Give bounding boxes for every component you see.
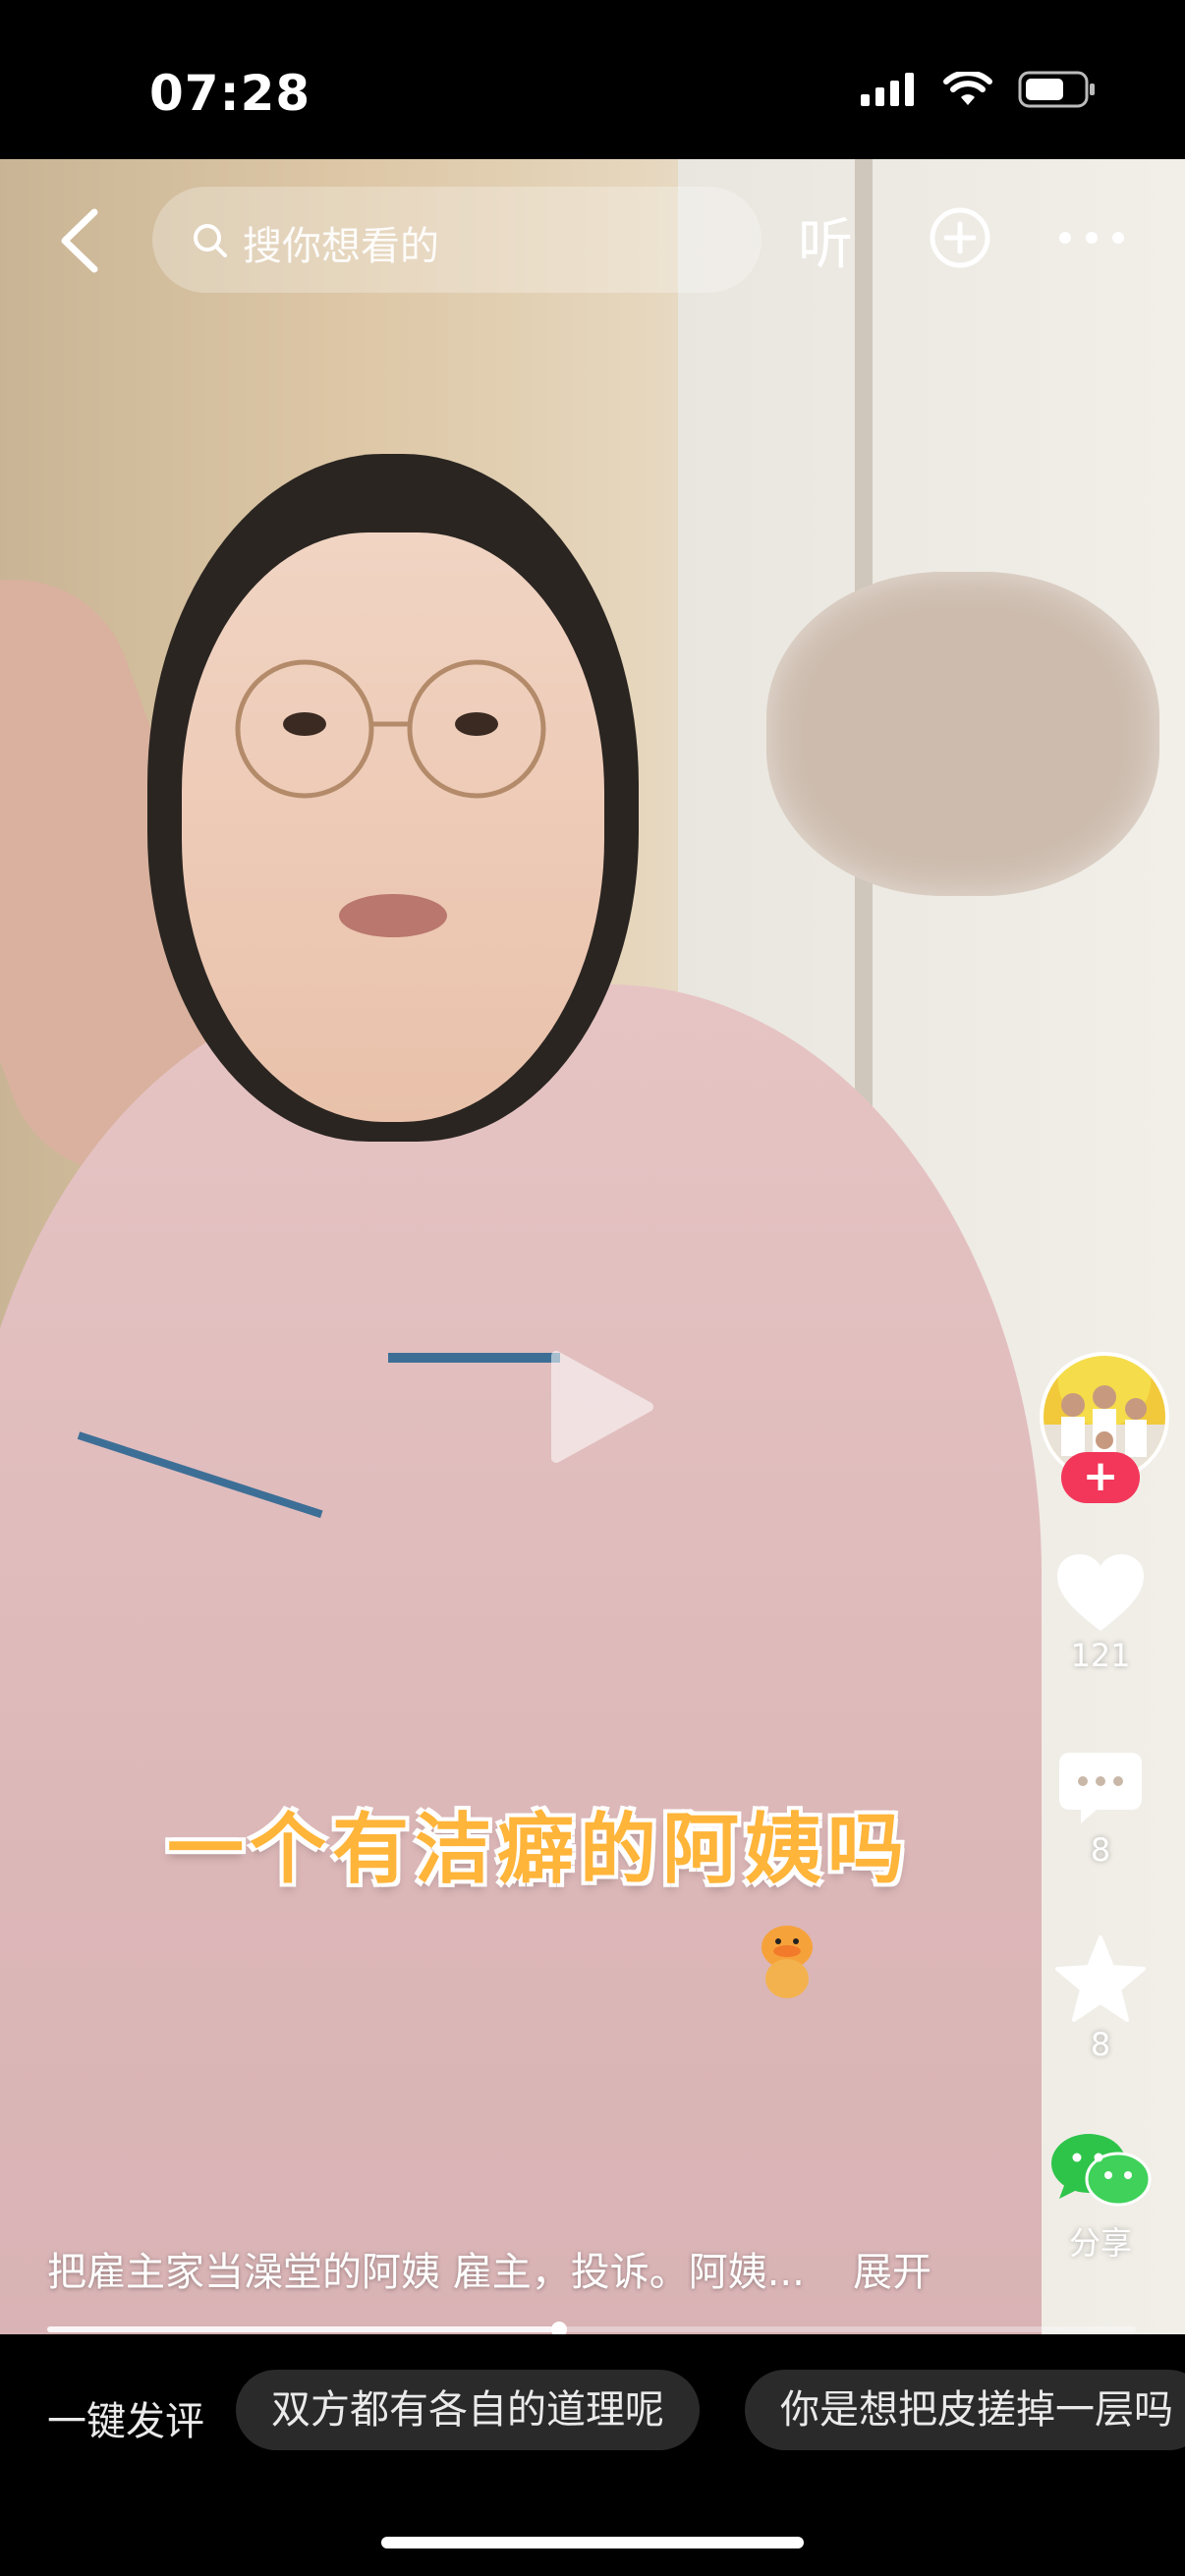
share-label: 分享	[1068, 2224, 1132, 2262]
share-button[interactable]: 分享	[1032, 2132, 1169, 2264]
search-icon	[194, 224, 227, 257]
like-button[interactable]: 121	[1032, 1552, 1169, 1674]
progress-fill	[47, 2326, 559, 2332]
wechat-icon	[1051, 2134, 1152, 2207]
listen-button[interactable]: 听	[798, 200, 853, 280]
top-navigation: 搜你想看的 听	[0, 159, 1185, 316]
back-button[interactable]	[51, 206, 110, 275]
cleaning-glove	[766, 572, 1159, 896]
quick-comment-label: 一键发评	[47, 2399, 204, 2444]
follow-button[interactable]: +	[1061, 1452, 1140, 1503]
quick-comment-chip[interactable]: 你是想把皮搓掉一层吗	[745, 2370, 1185, 2450]
video-player[interactable]: 一个有洁癖的阿姨吗	[0, 159, 1185, 2334]
shirt-trim	[388, 1353, 560, 1363]
add-icon[interactable]	[929, 206, 991, 269]
home-indicator[interactable]	[381, 2537, 804, 2548]
comment-count: 8	[1090, 1831, 1111, 1869]
like-count: 121	[1070, 1637, 1131, 1674]
heart-icon	[1057, 1554, 1144, 1631]
status-time: 07:28	[149, 65, 311, 122]
search-placeholder: 搜你想看的	[243, 224, 439, 269]
progress-bar[interactable]	[47, 2322, 1136, 2337]
glasses-icon	[235, 659, 546, 937]
favorite-button[interactable]: 8	[1032, 1935, 1169, 2063]
expand-button[interactable]: 展开	[853, 2240, 931, 2297]
quick-comment-chip[interactable]: 双方都有各自的道理呢	[236, 2370, 700, 2450]
play-icon[interactable]	[546, 1348, 654, 1466]
status-icons	[861, 71, 1097, 108]
duck-sticker-icon	[762, 1926, 813, 1998]
wifi-icon	[943, 72, 992, 105]
person-shirt	[0, 984, 1042, 2334]
more-icon[interactable]	[1057, 230, 1126, 246]
video-description[interactable]: 把雇主家当澡堂的阿姨 雇主，投诉。阿姨...	[47, 2240, 805, 2297]
favorite-count: 8	[1090, 2026, 1111, 2063]
battery-icon	[1018, 71, 1095, 108]
video-caption-overlay: 一个有洁癖的阿姨吗	[167, 1806, 911, 1894]
comment-button[interactable]: 8	[1032, 1749, 1169, 1869]
star-icon	[1055, 1935, 1146, 2022]
cellular-signal-icon	[861, 73, 914, 106]
status-bar: 07:28	[0, 0, 1185, 159]
quick-comment-bar: 一键发评 双方都有各自的道理呢 你是想把皮搓掉一层吗	[0, 2334, 1185, 2576]
person-face	[182, 532, 604, 1122]
comment-icon	[1059, 1753, 1142, 1823]
search-input[interactable]: 搜你想看的	[152, 187, 762, 293]
